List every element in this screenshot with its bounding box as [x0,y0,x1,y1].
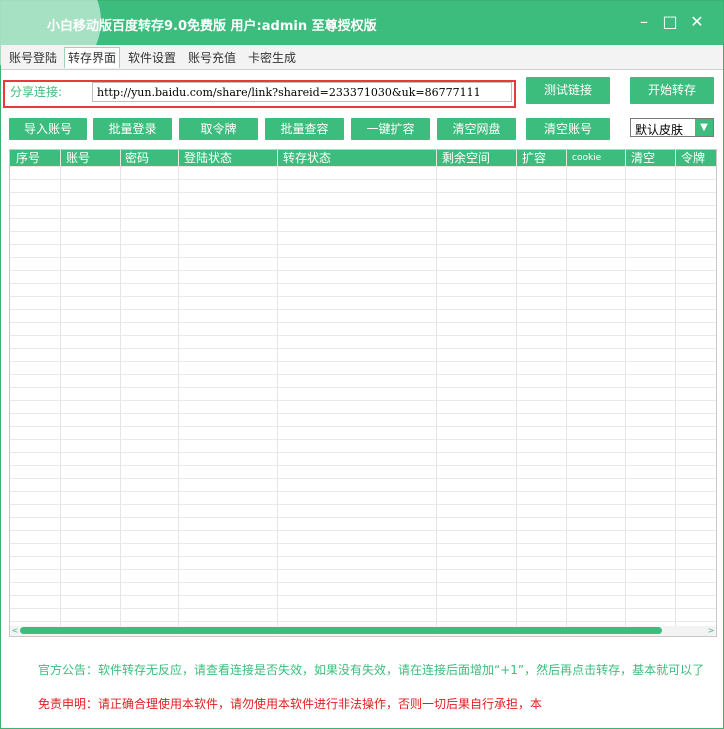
get-token-button[interactable]: 取令牌 [179,118,258,140]
scrollbar-thumb[interactable] [20,627,662,634]
tab-recharge[interactable]: 账号充值 [185,48,239,68]
title-bar[interactable]: 小白移动版百度转存9.0免费版 用户:admin 至尊授权版 – □ ✕ [0,0,723,81]
column-divider [178,150,179,628]
account-table: 序号 账号 密码 登陆状态 转存状态 剩余空间 扩容 cookie 清空 令牌 … [9,149,717,637]
window-title: 小白移动版百度转存9.0免费版 用户:admin 至尊授权版 [47,19,377,34]
column-divider [566,150,567,628]
column-header-index[interactable]: 序号 [16,150,40,166]
column-header-login-status[interactable]: 登陆状态 [184,150,232,166]
app-window: 小白移动版百度转存9.0免费版 用户:admin 至尊授权版 – □ ✕ 账号登… [0,0,724,729]
column-divider [120,150,121,628]
column-header-transfer-status[interactable]: 转存状态 [283,150,331,166]
share-link-input[interactable] [92,82,512,102]
batch-query-button[interactable]: 批量查容 [265,118,344,140]
chevron-down-icon[interactable]: ▼ [695,119,713,136]
table-body[interactable] [10,166,716,628]
column-divider [60,150,61,628]
share-link-label: 分享连接: [10,85,63,99]
column-divider [277,150,278,628]
column-divider [436,150,437,628]
tab-settings[interactable]: 软件设置 [125,48,179,68]
column-header-remaining-space[interactable]: 剩余空间 [442,150,490,166]
close-icon[interactable]: ✕ [686,11,708,33]
disclaimer-text: 免责申明：请正确合理使用本软件，请勿使用本软件进行非法操作，否则一切后果自行承担… [38,697,543,711]
table-header: 序号 账号 密码 登陆状态 转存状态 剩余空间 扩容 cookie 清空 令牌 [10,150,716,166]
test-link-button[interactable]: 测试链接 [526,77,610,104]
start-transfer-button[interactable]: 开始转存 [630,77,714,104]
column-header-token[interactable]: 令牌 [681,150,705,166]
tab-bar: 账号登陆 转存界面 软件设置 账号充值 卡密生成 [1,45,723,70]
minimize-icon[interactable]: – [633,11,655,33]
scroll-right-icon[interactable]: > [706,626,716,636]
scroll-left-icon[interactable]: < [10,626,20,636]
skin-select-value: 默认皮肤 [635,123,684,137]
clear-accounts-button[interactable]: 清空账号 [526,118,610,140]
skin-select[interactable]: 默认皮肤 ▼ [630,118,714,137]
clear-netdisk-button[interactable]: 清空网盘 [437,118,516,140]
import-accounts-button[interactable]: 导入账号 [9,118,87,140]
official-notice: 官方公告：软件转存无反应，请查看连接是否失效，如果没有失效，请在连接后面增加“+… [38,663,705,677]
column-header-clear[interactable]: 清空 [631,150,655,166]
horizontal-scrollbar[interactable]: < > [10,626,716,636]
column-header-password[interactable]: 密码 [125,150,149,166]
column-header-cookie[interactable]: cookie [572,150,601,166]
tab-transfer[interactable]: 转存界面 [64,47,121,68]
column-divider [675,150,676,628]
column-divider [625,150,626,628]
batch-login-button[interactable]: 批量登录 [93,118,172,140]
column-header-account[interactable]: 账号 [66,150,90,166]
column-divider [516,150,517,628]
tab-account-login[interactable]: 账号登陆 [6,48,60,68]
tab-card-generate[interactable]: 卡密生成 [245,48,299,68]
maximize-icon[interactable]: □ [659,11,681,33]
one-key-expand-button[interactable]: 一键扩容 [351,118,430,140]
column-header-expand[interactable]: 扩容 [522,150,546,166]
